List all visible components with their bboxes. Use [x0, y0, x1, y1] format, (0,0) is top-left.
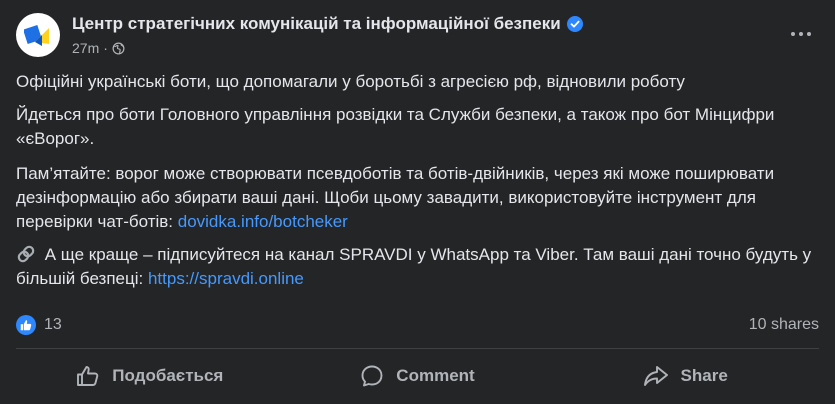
verified-badge-icon	[566, 16, 583, 32]
comment-button-label: Comment	[396, 366, 475, 385]
author-row: Центр стратегічних комунікацій та інформ…	[72, 13, 583, 35]
botcheker-link[interactable]: dovidka.info/botcheker	[178, 212, 348, 231]
post-paragraph-2: Йдеться про боти Головного управління ро…	[16, 105, 775, 148]
page-name-link[interactable]: Центр стратегічних комунікацій та інформ…	[72, 14, 561, 34]
post-stats: 13 10 shares	[16, 312, 819, 338]
share-icon	[643, 366, 668, 386]
spravdi-link[interactable]: https://spravdi.online	[148, 269, 304, 288]
separator-dot: ·	[103, 40, 108, 56]
post-body: Офіційні українські боти, що допомагали …	[16, 70, 816, 300]
post-paragraph-4: А ще краще – підписуйтеся на канал SPRAV…	[16, 243, 816, 291]
globe-icon[interactable]	[112, 42, 125, 55]
post-paragraph-3: Пам’ятайте: ворог може створювати псевдо…	[16, 162, 816, 234]
facebook-post: Центр стратегічних комунікацій та інформ…	[0, 0, 835, 404]
more-options-icon[interactable]	[783, 16, 819, 52]
ccsis-logo-icon	[24, 25, 49, 46]
post-timestamp[interactable]: 27m	[72, 40, 99, 56]
reactions-summary[interactable]: 13	[16, 315, 62, 335]
paragraph-4-text: А ще краще – підписуйтеся на канал SPRAV…	[16, 245, 812, 288]
share-button[interactable]: Share	[551, 352, 819, 400]
like-button[interactable]: Подобається	[16, 352, 284, 400]
link-emoji-icon	[17, 245, 35, 263]
like-count: 13	[44, 316, 62, 333]
share-button-label: Share	[680, 366, 728, 385]
post-header: Центр стратегічних комунікацій та інформ…	[16, 12, 819, 60]
comment-icon	[361, 365, 383, 387]
page-avatar[interactable]	[16, 13, 60, 57]
post-actions: Подобається Comment Share	[16, 352, 819, 400]
post-subline: 27m ·	[72, 40, 583, 56]
actions-divider	[16, 348, 819, 349]
paragraph-3-text: Пам’ятайте: ворог може створювати псевдо…	[16, 164, 775, 231]
share-count[interactable]: 10 shares	[749, 316, 819, 334]
post-paragraph-1: Офіційні українські боти, що допомагали …	[16, 72, 685, 91]
comment-button[interactable]: Comment	[284, 352, 552, 400]
like-button-label: Подобається	[112, 366, 224, 385]
post-meta: Центр стратегічних комунікацій та інформ…	[72, 13, 583, 56]
like-reaction-icon	[16, 315, 36, 335]
thumbs-up-icon	[77, 366, 99, 386]
